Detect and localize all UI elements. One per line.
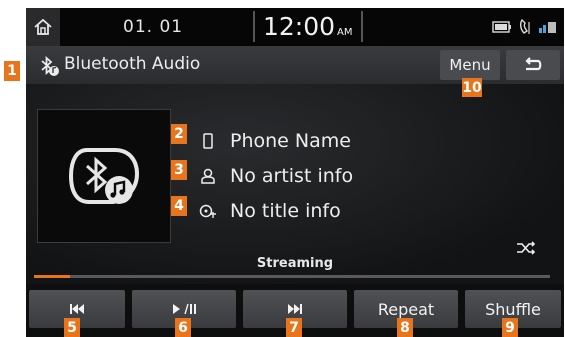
phone-name: Phone Name xyxy=(230,130,351,152)
callout-4: 4 xyxy=(171,196,187,216)
back-icon xyxy=(525,57,542,71)
artist-icon xyxy=(198,166,218,186)
menu-button[interactable]: Menu xyxy=(440,50,500,80)
callout-2: 2 xyxy=(171,124,187,144)
head-unit-screen: 01. 01 12:00 AM Bluetooth Audio Menu Pho… xyxy=(26,8,564,337)
phone-icon xyxy=(198,131,218,151)
home-button[interactable] xyxy=(26,8,60,46)
phone-name-row: Phone Name xyxy=(198,127,351,155)
artist-name: No artist info xyxy=(230,165,354,187)
progress-fill xyxy=(34,275,71,278)
song-title: No title info xyxy=(230,200,341,222)
title-row: No title info xyxy=(198,197,341,225)
battery-icon xyxy=(492,21,511,33)
page-title: Bluetooth Audio xyxy=(64,54,201,74)
callout-1: 1 xyxy=(4,61,20,81)
artist-row: No artist info xyxy=(198,162,353,190)
bluetooth-music-icon xyxy=(68,148,140,204)
status-date: 01. 01 xyxy=(123,17,184,37)
progress-bar[interactable] xyxy=(34,275,550,278)
callout-7: 7 xyxy=(286,318,302,337)
callout-3: 3 xyxy=(171,160,187,180)
back-button[interactable] xyxy=(506,50,560,80)
skip-previous-icon xyxy=(70,304,84,314)
callout-6: 6 xyxy=(175,318,191,337)
callout-9: 9 xyxy=(502,318,518,337)
clock-ampm: AM xyxy=(337,27,353,38)
playback-status: Streaming xyxy=(256,256,334,271)
clock-time: 12:00 xyxy=(263,12,336,41)
skip-next-icon xyxy=(288,304,302,314)
status-clock: 12:00 AM xyxy=(253,11,363,42)
title-icon xyxy=(198,201,218,221)
album-art xyxy=(37,109,171,243)
title-bar: Bluetooth Audio Menu xyxy=(26,46,564,84)
play-pause-icon xyxy=(173,303,196,315)
shuffle-icon xyxy=(517,241,536,255)
callout-10: 10 xyxy=(462,78,482,97)
home-icon xyxy=(34,18,52,35)
bluetooth-signal-icon xyxy=(539,22,556,33)
callout-5: 5 xyxy=(64,318,80,337)
now-playing-panel: Phone Name No artist info No title info … xyxy=(26,84,564,284)
bluetooth-audio-icon xyxy=(41,55,59,76)
call-icon xyxy=(519,18,530,34)
status-bar: 01. 01 12:00 AM xyxy=(26,8,564,46)
callout-8: 8 xyxy=(397,318,413,337)
